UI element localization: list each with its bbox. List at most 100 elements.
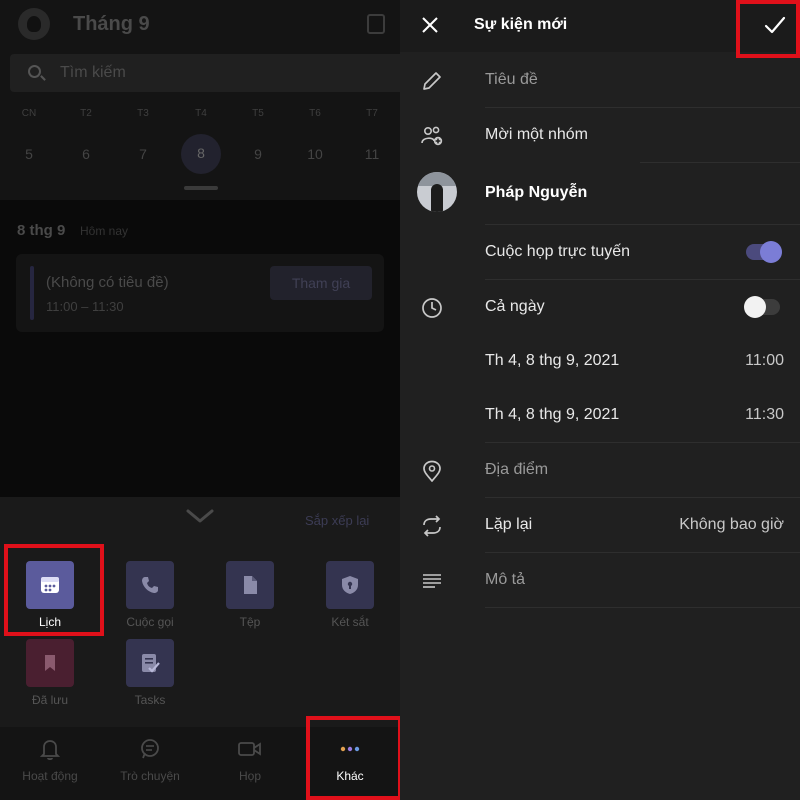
all-day-row: Cả ngày — [400, 280, 800, 335]
online-meeting-toggle[interactable] — [746, 241, 782, 263]
all-day-toggle[interactable] — [744, 296, 780, 318]
app-files[interactable]: Tệp — [210, 561, 290, 629]
invite-group-label: Mời một nhóm — [485, 126, 588, 143]
weekday-label: T3 — [137, 108, 149, 119]
app-saved[interactable]: Đã lưu — [10, 639, 90, 707]
search-placeholder: Tìm kiếm — [60, 64, 126, 81]
weekday-label: T4 — [195, 108, 207, 119]
event-time: 11:00 – 11:30 — [46, 299, 124, 314]
online-meeting-label: Cuộc họp trực tuyến — [485, 243, 631, 260]
divider — [485, 607, 800, 608]
text-lines-icon — [423, 574, 441, 588]
end-datetime-row[interactable]: Th 4, 8 thg 9, 2021 11:30 — [400, 388, 800, 443]
location-field[interactable]: Địa điểm — [400, 443, 800, 498]
reorder-button[interactable]: Sắp xếp lại — [305, 513, 369, 528]
calendar-icon — [26, 561, 74, 609]
app-calendar[interactable]: Lịch — [10, 561, 90, 629]
join-button[interactable]: Tham gia — [270, 266, 372, 300]
online-meeting-row: Cuộc họp trực tuyến — [400, 225, 800, 280]
toggle-knob — [760, 241, 782, 263]
today-label: Hôm nay — [80, 224, 129, 238]
tasks-icon — [126, 639, 174, 687]
bookmark-icon — [26, 639, 74, 687]
more-icon — [300, 737, 400, 761]
chevron-down-icon[interactable] — [186, 509, 214, 523]
phone-icon — [126, 561, 174, 609]
nav-more[interactable]: Khác — [300, 737, 400, 783]
new-event-header: Sự kiện mới — [400, 0, 800, 52]
invite-group-row[interactable]: Mời một nhóm — [400, 108, 800, 163]
start-datetime-row[interactable]: Th 4, 8 thg 9, 2021 11:00 — [400, 334, 800, 389]
more-apps-sheet: Sắp xếp lại Lịch Cuộc gọi Tệp Két sắt Đã… — [0, 497, 400, 727]
close-icon[interactable] — [420, 15, 440, 35]
chat-icon — [100, 737, 200, 761]
start-time[interactable]: 11:00 — [745, 352, 784, 370]
end-time[interactable]: 11:30 — [745, 406, 784, 424]
day-cell[interactable]: 9 — [243, 146, 273, 162]
organizer-row[interactable]: Pháp Nguyễn — [400, 166, 800, 221]
event-title: (Không có tiêu đề) — [46, 274, 169, 291]
app-vault[interactable]: Két sắt — [310, 561, 390, 629]
week-drag-handle[interactable] — [184, 186, 218, 190]
page-title: Sự kiện mới — [474, 16, 568, 33]
bell-icon — [0, 737, 100, 761]
description-placeholder: Mô tả — [485, 571, 526, 588]
title-placeholder: Tiêu đề — [485, 71, 538, 88]
end-date[interactable]: Th 4, 8 thg 9, 2021 — [485, 406, 619, 424]
all-day-label: Cả ngày — [485, 298, 545, 315]
add-people-icon — [421, 126, 443, 146]
app-label: Tasks — [134, 693, 166, 707]
clock-icon — [422, 298, 442, 318]
vault-icon — [326, 561, 374, 609]
nav-label: Họp — [238, 769, 261, 783]
search-input[interactable]: Tìm kiếm — [10, 54, 400, 92]
day-cell[interactable]: 6 — [71, 146, 101, 162]
nav-label: Hoạt động — [22, 769, 78, 783]
save-check-icon[interactable] — [764, 14, 786, 36]
description-field[interactable]: Mô tả — [400, 553, 800, 608]
new-event-panel: Sự kiện mới Tiêu đề Mời một nhóm Pháp Ng… — [400, 0, 800, 800]
organizer-name: Pháp Nguyễn — [485, 184, 588, 201]
event-color-bar — [30, 266, 34, 320]
meet-now-icon[interactable] — [367, 14, 385, 34]
start-date[interactable]: Th 4, 8 thg 9, 2021 — [485, 352, 619, 370]
file-icon — [226, 561, 274, 609]
app-label: Tệp — [239, 615, 261, 629]
event-card[interactable]: (Không có tiêu đề) 11:00 – 11:30 Tham gi… — [16, 254, 384, 332]
location-pin-icon — [423, 460, 441, 482]
month-title[interactable]: Tháng 9 — [73, 13, 150, 36]
repeat-row[interactable]: Lặp lại Không bao giờ — [400, 498, 800, 553]
day-cell-label: 8 — [197, 145, 205, 161]
app-tasks[interactable]: Tasks — [110, 639, 190, 707]
day-cell-selected[interactable]: 8 — [181, 134, 221, 174]
pencil-icon — [423, 72, 441, 90]
nav-meetings[interactable]: Họp — [200, 737, 300, 783]
app-label: Cuộc gọi — [126, 615, 174, 629]
search-icon — [28, 65, 41, 78]
nav-chat[interactable]: Trò chuyện — [100, 737, 200, 783]
toggle-knob — [744, 296, 766, 318]
weekday-label: T7 — [366, 108, 378, 119]
avatar[interactable] — [18, 8, 50, 40]
day-cell[interactable]: 5 — [14, 146, 44, 162]
nav-activity[interactable]: Hoạt động — [0, 737, 100, 783]
app-label: Két sắt — [331, 615, 369, 629]
app-calls[interactable]: Cuộc gọi — [110, 561, 190, 629]
title-field[interactable]: Tiêu đề — [400, 53, 800, 108]
day-cell[interactable]: 7 — [128, 146, 158, 162]
nav-label: Trò chuyện — [120, 769, 180, 783]
location-placeholder: Địa điểm — [485, 461, 549, 478]
weekday-label: T5 — [252, 108, 264, 119]
repeat-value: Không bao giờ — [679, 516, 784, 533]
day-cell[interactable]: 10 — [300, 146, 330, 162]
weekday-label: CN — [21, 108, 37, 119]
video-icon — [200, 737, 300, 761]
repeat-label: Lặp lại — [485, 516, 533, 533]
day-cell[interactable]: 11 — [357, 146, 387, 162]
calendar-pane: Tháng 9 Tìm kiếm CN T2 T3 T4 T5 T6 T7 5 … — [0, 0, 400, 800]
divider — [640, 162, 800, 163]
weekday-label: T6 — [309, 108, 321, 119]
calendar-header-area: Tháng 9 Tìm kiếm CN T2 T3 T4 T5 T6 T7 5 … — [0, 0, 400, 200]
weekday-label: T2 — [80, 108, 92, 119]
repeat-icon — [423, 515, 441, 537]
